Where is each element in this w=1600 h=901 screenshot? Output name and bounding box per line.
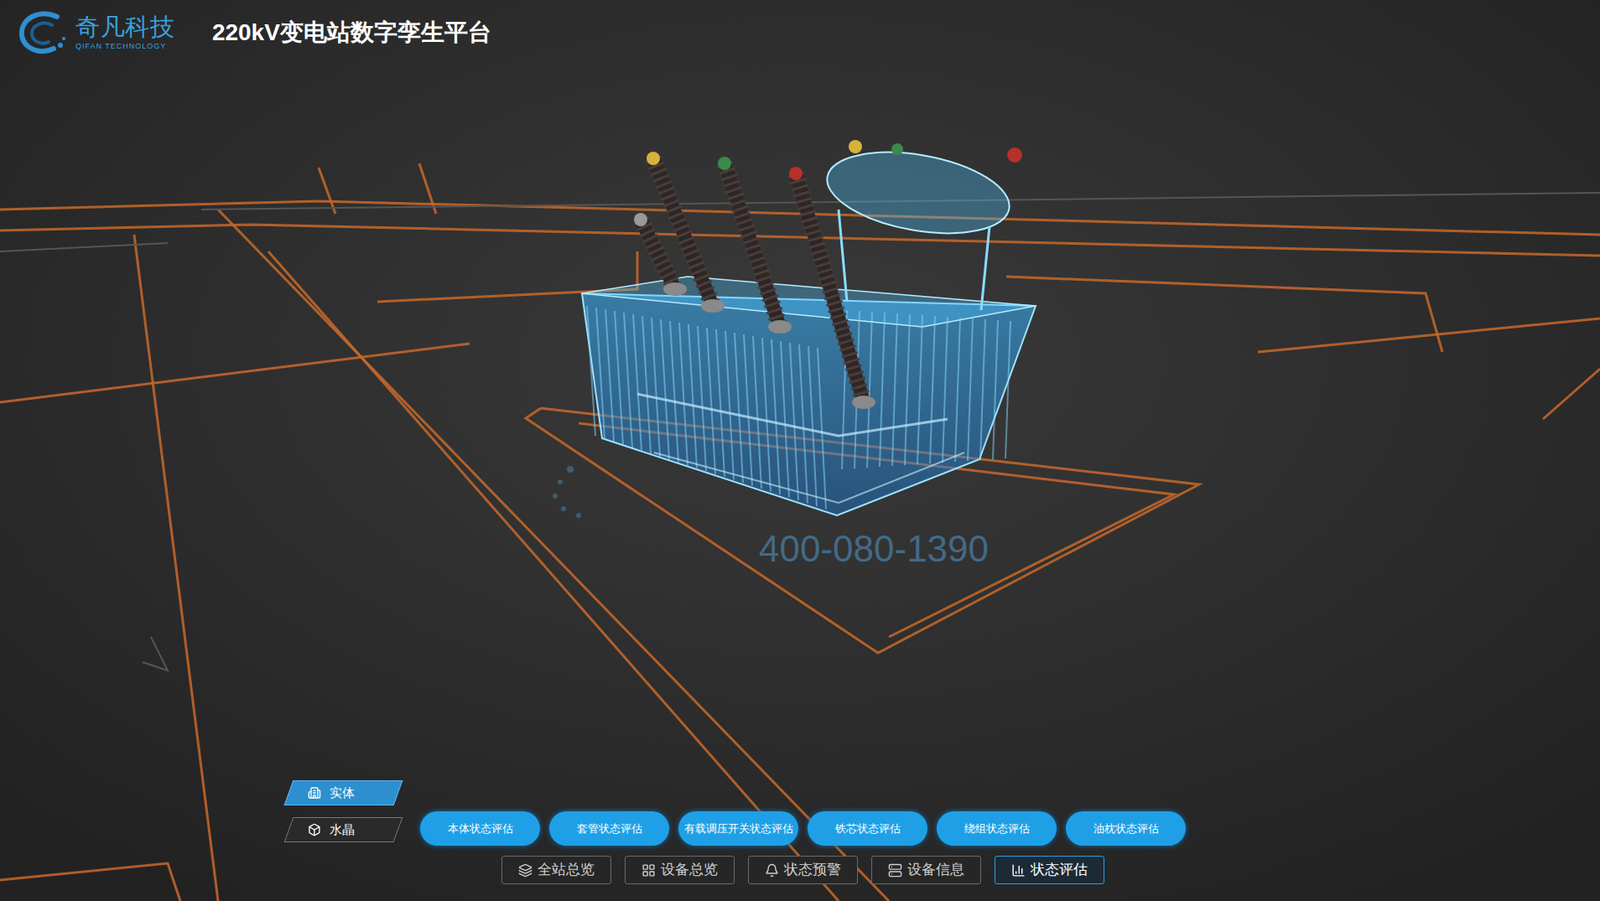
- assessment-button[interactable]: 本体状态评估: [420, 811, 541, 847]
- view-toggle-item[interactable]: 实体: [284, 780, 404, 806]
- bottom-nav: 全站总览设备总览状态预警设备信息状态评估: [501, 856, 1105, 885]
- logo-name: 奇凡科技: [75, 15, 176, 40]
- nav-button[interactable]: 状态评估: [994, 856, 1105, 885]
- watermark: 400-080-1390: [758, 521, 989, 577]
- building-icon: [307, 786, 322, 800]
- header: 奇凡科技 QIFAN TECHNOLOGY 220kV变电站数字孪生平台: [0, 0, 1600, 58]
- logo-subtitle: QIFAN TECHNOLOGY: [75, 42, 176, 51]
- cube-icon: [307, 823, 322, 837]
- logo[interactable]: 奇凡科技 QIFAN TECHNOLOGY: [15, 8, 176, 58]
- nav-button[interactable]: 全站总览: [501, 856, 612, 885]
- nav-button[interactable]: 状态预警: [748, 856, 858, 885]
- assessment-button[interactable]: 有载调压开关状态评估: [678, 811, 799, 847]
- assessment-buttons: 本体状态评估套管状态评估有载调压开关状态评估铁芯状态评估绕组状态评估油枕状态评估: [420, 811, 1186, 847]
- app: 400-080-1390 奇凡科技 QIFAN TECHNOLOGY 220kV变电站…: [0, 0, 1600, 901]
- assessment-button[interactable]: 铁芯状态评估: [807, 811, 928, 847]
- bottom-controls: 实体水晶本体状态评估套管状态评估有载调压开关状态评估铁芯状态评估绕组状态评估油枕…: [0, 780, 1600, 901]
- grid-icon: [641, 863, 656, 878]
- nav-button[interactable]: 设备总览: [624, 856, 735, 885]
- substation-scene[interactable]: [0, 0, 1600, 901]
- view-toggle-item[interactable]: 水晶: [284, 817, 404, 843]
- bell-icon: [764, 863, 780, 878]
- layers-icon: [518, 863, 533, 878]
- assessment-button[interactable]: 油枕状态评估: [1065, 811, 1186, 847]
- view-toggle: 实体水晶: [288, 780, 399, 843]
- chart-icon: [1011, 863, 1026, 878]
- assessment-button[interactable]: 绕组状态评估: [936, 811, 1057, 847]
- server-icon: [888, 863, 903, 878]
- logo-icon: [15, 8, 71, 58]
- page-title: 220kV变电站数字孪生平台: [212, 15, 492, 51]
- assessment-button[interactable]: 套管状态评估: [549, 811, 670, 847]
- nav-button[interactable]: 设备信息: [871, 856, 982, 885]
